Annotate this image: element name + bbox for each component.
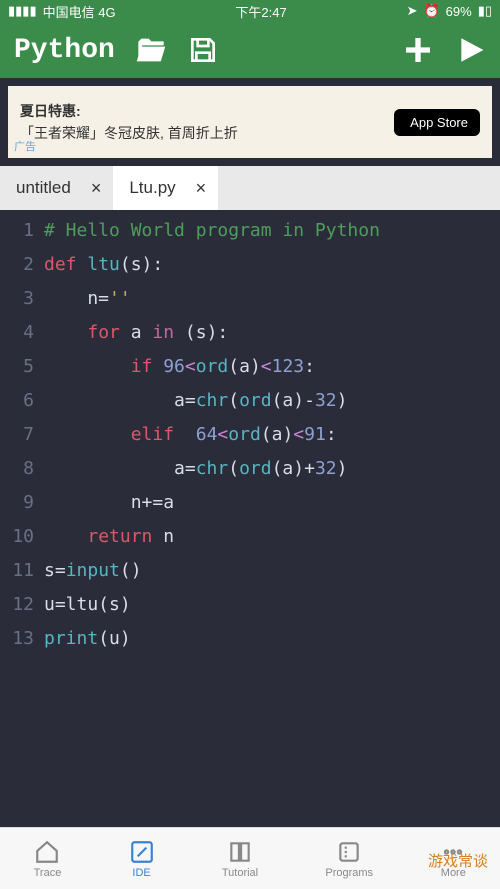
programs-icon bbox=[336, 839, 362, 865]
tab-label: Ltu.py bbox=[129, 178, 175, 198]
signal-icon: ▮▮▮▮ bbox=[8, 3, 37, 19]
alarm-icon: ⏰ bbox=[423, 3, 439, 19]
battery-label: 69% bbox=[446, 4, 472, 19]
code-line[interactable]: 6 a=chr(ord(a)-32) bbox=[0, 384, 500, 418]
code-line[interactable]: 1# Hello World program in Python bbox=[0, 214, 500, 248]
line-number: 12 bbox=[0, 588, 44, 622]
run-icon[interactable] bbox=[454, 34, 486, 66]
line-number: 3 bbox=[0, 282, 44, 316]
line-number: 11 bbox=[0, 554, 44, 588]
close-icon[interactable]: × bbox=[196, 178, 207, 199]
line-number: 1 bbox=[0, 214, 44, 248]
nav-ide[interactable]: IDE bbox=[129, 839, 155, 879]
app-store-button[interactable]: App Store bbox=[394, 109, 480, 136]
ad-label: 广告 bbox=[14, 138, 36, 154]
status-time: 下午2:47 bbox=[235, 2, 286, 21]
code-editor[interactable]: 1# Hello World program in Python2def ltu… bbox=[0, 210, 500, 830]
line-number: 2 bbox=[0, 248, 44, 282]
close-icon[interactable]: × bbox=[91, 178, 102, 199]
nav-programs[interactable]: Programs bbox=[325, 839, 373, 879]
edit-icon bbox=[129, 839, 155, 865]
open-folder-icon[interactable] bbox=[135, 34, 167, 66]
add-icon[interactable] bbox=[402, 34, 434, 66]
nav-trace[interactable]: Trace bbox=[34, 839, 62, 879]
book-icon bbox=[227, 839, 253, 865]
line-number: 6 bbox=[0, 384, 44, 418]
battery-icon: ▮▯ bbox=[478, 3, 492, 19]
carrier-label: 中国电信 4G bbox=[43, 2, 116, 21]
ad-banner[interactable]: 夏日特惠: 「王者荣耀」冬冠皮肤, 首周折上折 App Store 广告 bbox=[8, 86, 492, 158]
nav-tutorial[interactable]: Tutorial bbox=[222, 839, 258, 879]
code-line[interactable]: 7 elif 64<ord(a)<91: bbox=[0, 418, 500, 452]
code-line[interactable]: 5 if 96<ord(a)<123: bbox=[0, 350, 500, 384]
app-title: Python bbox=[14, 35, 115, 66]
line-number: 8 bbox=[0, 452, 44, 486]
ad-area: 夏日特惠: 「王者荣耀」冬冠皮肤, 首周折上折 App Store 广告 bbox=[0, 78, 500, 166]
code-line[interactable]: 3 n='' bbox=[0, 282, 500, 316]
bottom-nav: Trace IDE Tutorial Programs More bbox=[0, 827, 500, 889]
line-number: 9 bbox=[0, 486, 44, 520]
line-number: 10 bbox=[0, 520, 44, 554]
tab-Ltu-py[interactable]: Ltu.py × bbox=[113, 166, 218, 210]
code-line[interactable]: 8 a=chr(ord(a)+32) bbox=[0, 452, 500, 486]
code-line[interactable]: 9 n+=a bbox=[0, 486, 500, 520]
status-bar: ▮▮▮▮ 中国电信 4G 下午2:47 ➤ ⏰ 69% ▮▯ bbox=[0, 0, 500, 22]
tab-bar: untitled × Ltu.py × bbox=[0, 166, 500, 210]
code-line[interactable]: 10 return n bbox=[0, 520, 500, 554]
app-header: Python bbox=[0, 22, 500, 78]
watermark: 游戏常谈 bbox=[428, 850, 488, 871]
line-number: 7 bbox=[0, 418, 44, 452]
tab-untitled[interactable]: untitled × bbox=[0, 166, 113, 210]
code-line[interactable]: 11s=input() bbox=[0, 554, 500, 588]
code-line[interactable]: 12u=ltu(s) bbox=[0, 588, 500, 622]
location-icon: ➤ bbox=[407, 3, 418, 19]
line-number: 4 bbox=[0, 316, 44, 350]
code-line[interactable]: 2def ltu(s): bbox=[0, 248, 500, 282]
line-number: 5 bbox=[0, 350, 44, 384]
line-number: 13 bbox=[0, 622, 44, 656]
code-line[interactable]: 13print(u) bbox=[0, 622, 500, 656]
save-icon[interactable] bbox=[187, 34, 219, 66]
ad-text: 夏日特惠: 「王者荣耀」冬冠皮肤, 首周折上折 bbox=[20, 101, 394, 143]
home-icon bbox=[34, 839, 60, 865]
code-line[interactable]: 4 for a in (s): bbox=[0, 316, 500, 350]
tab-label: untitled bbox=[16, 178, 71, 198]
